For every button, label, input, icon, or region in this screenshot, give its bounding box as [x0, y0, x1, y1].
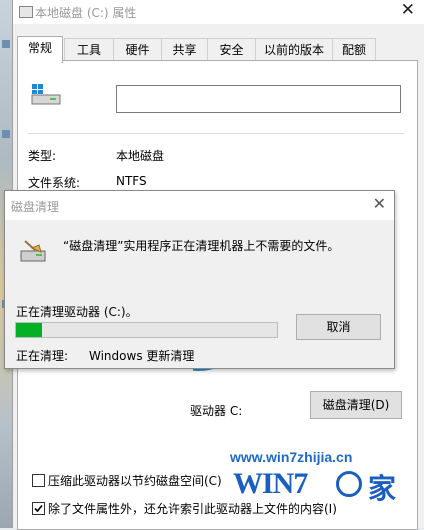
drive-name-input[interactable]	[116, 85, 401, 113]
desktop-icon	[2, 130, 10, 138]
index-checkbox[interactable]	[32, 502, 45, 515]
windows-logo-icon	[336, 471, 362, 497]
type-label: 类型:	[28, 149, 57, 163]
cancel-button[interactable]: 取消	[296, 314, 381, 340]
tab-previous-versions[interactable]: 以前的版本	[255, 38, 333, 61]
watermark-url: www.win7zhijia.cn	[230, 449, 353, 465]
dialog-title: 磁盘清理	[11, 200, 60, 214]
tab-tools[interactable]: 工具	[64, 38, 114, 61]
index-label: 除了文件属性外，还允许索引此驱动器上文件的内容(I)	[48, 502, 337, 516]
drive-title-icon	[19, 6, 33, 18]
compress-label: 压缩此驱动器以节约磁盘空间(C)	[48, 474, 222, 488]
watermark-logo-suffix: 家	[368, 472, 397, 505]
tab-hardware[interactable]: 硬件	[113, 38, 162, 61]
tab-quota[interactable]: 配额	[332, 38, 376, 61]
tab-general[interactable]: 常规	[17, 36, 63, 63]
close-icon[interactable]: ✕	[373, 194, 386, 213]
close-icon[interactable]: ✕	[401, 0, 415, 20]
progress-fill	[16, 323, 43, 337]
checkmark-icon	[34, 504, 43, 513]
cleanup-status: 正在清理驱动器 (C:)。	[16, 305, 138, 319]
divider	[28, 133, 404, 134]
progress-bar	[15, 322, 278, 338]
disk-cleanup-icon	[20, 240, 46, 262]
filesystem-value: NTFS	[116, 174, 147, 188]
type-value: 本地磁盘	[116, 149, 165, 163]
cleanup-message: “磁盘清理”实用程序正在清理机器上不需要的文件。	[63, 239, 340, 253]
dialog-title-bar[interactable]: 磁盘清理 ✕	[5, 191, 394, 220]
watermark-logo: WIN7	[233, 467, 308, 500]
tab-sharing[interactable]: 共享	[161, 38, 208, 61]
disk-cleanup-dialog: 磁盘清理 ✕ “磁盘清理”实用程序正在清理机器上不需要的文件。 正在清理驱动器 …	[4, 190, 395, 369]
filesystem-label: 文件系统:	[28, 176, 81, 190]
drive-label: 驱动器 C:	[190, 404, 243, 418]
window-title: 本地磁盘 (C:) 属性	[35, 6, 137, 20]
title-bar[interactable]: 本地磁盘 (C:) 属性 ✕	[13, 0, 424, 24]
drive-icon	[31, 84, 61, 105]
desktop-icon	[2, 40, 10, 48]
tab-security[interactable]: 安全	[207, 38, 256, 61]
cleaning-value: Windows 更新清理	[89, 349, 195, 363]
compress-checkbox[interactable]	[32, 474, 45, 487]
disk-cleanup-button[interactable]: 磁盘清理(D)	[310, 391, 402, 419]
cleaning-label: 正在清理:	[16, 349, 69, 363]
